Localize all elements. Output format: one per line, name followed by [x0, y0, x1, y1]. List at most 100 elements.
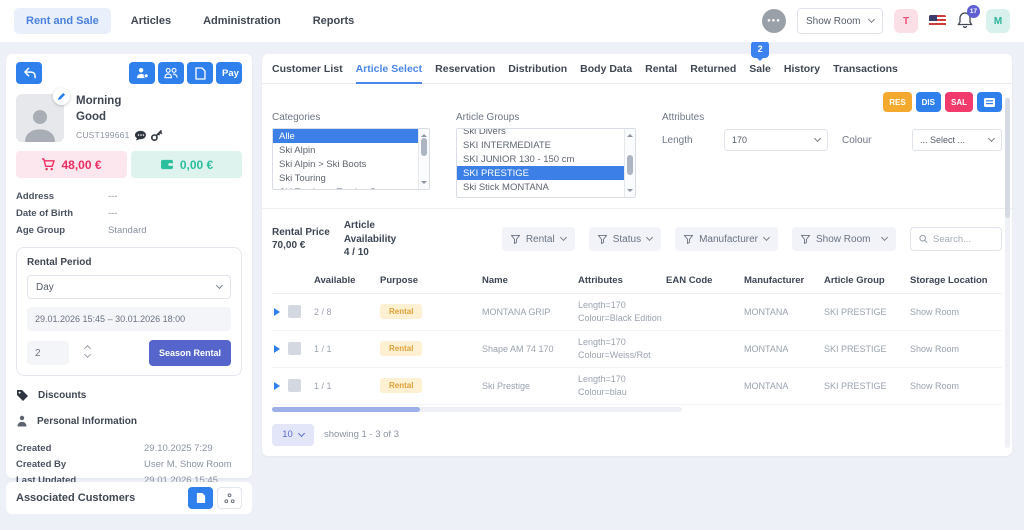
- filter-storage-select[interactable]: Show Room: [792, 227, 896, 251]
- filter-rental-select[interactable]: Rental: [502, 227, 575, 251]
- name-cell: MONTANA GRIP: [482, 307, 578, 317]
- discounts-link[interactable]: Discounts: [16, 389, 242, 402]
- list-view-button[interactable]: [977, 92, 1002, 112]
- associated-customers-button[interactable]: [158, 62, 184, 84]
- article-group-item[interactable]: Ski Divers: [457, 128, 624, 138]
- quantity-input[interactable]: [27, 341, 69, 365]
- list-icon: [984, 98, 995, 107]
- edit-customer-button[interactable]: [53, 88, 70, 105]
- tab-bar: Customer List Article Select Reservation…: [262, 54, 1012, 84]
- vertical-scrollbar[interactable]: [1005, 98, 1010, 448]
- row-checkbox[interactable]: [288, 305, 301, 318]
- associated-group-button[interactable]: [217, 487, 242, 509]
- tab-returned[interactable]: Returned: [690, 54, 736, 84]
- location-select[interactable]: Show Room: [797, 8, 883, 34]
- scroll-up-icon[interactable]: [421, 131, 427, 137]
- length-select[interactable]: 170: [724, 129, 828, 151]
- manufacturer-cell: MONTANA: [744, 381, 824, 391]
- tab-transactions[interactable]: Transactions: [833, 54, 898, 84]
- scrollbar[interactable]: [418, 129, 429, 189]
- search-input[interactable]: [933, 234, 993, 245]
- table-row[interactable]: 1 / 1 Rental Shape AM 74 170 Length=170C…: [272, 331, 1002, 368]
- article-availability: Article Availability 4 / 10: [344, 219, 406, 260]
- categories-listbox[interactable]: Alle Ski Alpin Ski Alpin > Ski Boots Ski…: [272, 128, 430, 190]
- meta-created-by: Created ByUser M, Show Room: [16, 456, 242, 472]
- customer-settings-button[interactable]: [129, 62, 155, 84]
- search-box[interactable]: [910, 227, 1002, 251]
- nav-reports[interactable]: Reports: [301, 8, 367, 34]
- tab-body-data[interactable]: Body Data: [580, 54, 632, 84]
- article-group-item[interactable]: SKI JUNIOR 130 - 150 cm: [457, 152, 624, 166]
- res-mode-button[interactable]: RES: [883, 92, 911, 112]
- person-icon: [16, 415, 28, 427]
- article-group-item[interactable]: Snowboard: [457, 194, 624, 197]
- quantity-stepper[interactable]: [85, 346, 94, 360]
- customer-name: Morning Good: [76, 94, 146, 125]
- sal-mode-button[interactable]: SAL: [945, 92, 973, 112]
- search-icon: [919, 234, 928, 244]
- customer-panel: Pay Morning Good CUST199661: [6, 54, 252, 478]
- tab-reservation[interactable]: Reservation: [435, 54, 495, 84]
- tab-rental[interactable]: Rental: [645, 54, 677, 84]
- article-group-item[interactable]: SKI PRESTIGE: [457, 166, 624, 180]
- scroll-down-icon[interactable]: [627, 189, 633, 195]
- person-gear-icon: [136, 67, 149, 79]
- expand-row-icon[interactable]: [274, 308, 284, 316]
- row-checkbox[interactable]: [288, 379, 301, 392]
- row-checkbox[interactable]: [288, 342, 301, 355]
- nav-articles[interactable]: Articles: [119, 8, 183, 34]
- associated-add-document-button[interactable]: [188, 487, 213, 509]
- sale-count-badge: 2: [751, 41, 769, 58]
- name-cell: Shape AM 74 170: [482, 344, 578, 354]
- field-date-of-birth: Date of Birth---: [16, 205, 242, 222]
- comment-icon[interactable]: [134, 130, 147, 141]
- article-group-item[interactable]: SKI INTERMEDIATE: [457, 138, 624, 152]
- notifications-button[interactable]: 17: [957, 11, 975, 31]
- article-group-item[interactable]: Ski Stick MONTANA: [457, 180, 624, 194]
- tab-sale[interactable]: 2 Sale: [749, 54, 771, 84]
- category-item[interactable]: Ski Alpin > Ski Boots: [273, 157, 418, 171]
- chat-icon[interactable]: ●●●: [762, 9, 786, 33]
- tab-customer-list[interactable]: Customer List: [272, 54, 343, 84]
- personal-information-link[interactable]: Personal Information: [16, 415, 242, 427]
- article-groups-listbox[interactable]: Ski Divers SKI INTERMEDIATE SKI JUNIOR 1…: [456, 128, 636, 198]
- rental-period-select[interactable]: Day: [27, 275, 231, 299]
- terminal-badge[interactable]: T: [894, 9, 918, 33]
- nav-administration[interactable]: Administration: [191, 8, 293, 34]
- dis-mode-button[interactable]: DIS: [916, 92, 941, 112]
- tab-history[interactable]: History: [784, 54, 820, 84]
- user-avatar[interactable]: M: [986, 9, 1010, 33]
- table-header: Available Purpose Name Attributes EAN Co…: [272, 268, 1002, 294]
- category-item[interactable]: Ski Alpin: [273, 143, 418, 157]
- filter-manufacturer-select[interactable]: Manufacturer: [675, 227, 778, 251]
- key-icon[interactable]: [151, 129, 163, 141]
- back-button[interactable]: [16, 62, 42, 84]
- tab-distribution[interactable]: Distribution: [508, 54, 567, 84]
- filter-status-select[interactable]: Status: [589, 227, 661, 251]
- scroll-down-icon[interactable]: [421, 181, 427, 187]
- expand-row-icon[interactable]: [274, 345, 284, 353]
- category-item[interactable]: Alle: [273, 129, 418, 143]
- category-item[interactable]: Ski Touring: [273, 171, 418, 185]
- meta-created: Created29.10.2025 7:29: [16, 440, 242, 456]
- funnel-icon: [511, 235, 520, 244]
- category-item[interactable]: Ski Touring > Touring Boots: [273, 185, 418, 189]
- purpose-badge: Rental: [380, 378, 422, 393]
- date-range-input[interactable]: 29.01.2026 15:45 – 30.01.2026 18:00: [27, 307, 231, 331]
- nav-rent-and-sale[interactable]: Rent and Sale: [14, 8, 111, 34]
- table-row[interactable]: 2 / 8 Rental MONTANA GRIP Length=170Colo…: [272, 294, 1002, 331]
- tab-article-select[interactable]: Article Select: [356, 54, 423, 84]
- chevron-down-icon: [763, 234, 770, 241]
- horizontal-scrollbar[interactable]: [272, 407, 682, 412]
- expand-row-icon[interactable]: [274, 382, 284, 390]
- scroll-up-icon[interactable]: [627, 131, 633, 137]
- language-flag-icon[interactable]: [929, 15, 946, 27]
- document-button[interactable]: [187, 62, 213, 84]
- pay-button[interactable]: Pay: [216, 62, 242, 84]
- page-size-select[interactable]: 10: [272, 424, 314, 446]
- season-rental-button[interactable]: Season Rental: [149, 340, 231, 366]
- scrollbar[interactable]: [624, 129, 635, 197]
- stepper-down-icon[interactable]: [85, 354, 94, 360]
- table-row[interactable]: 1 / 1 Rental Ski Prestige Length=170Colo…: [272, 368, 1002, 405]
- colour-select[interactable]: ... Select ...: [912, 129, 1002, 151]
